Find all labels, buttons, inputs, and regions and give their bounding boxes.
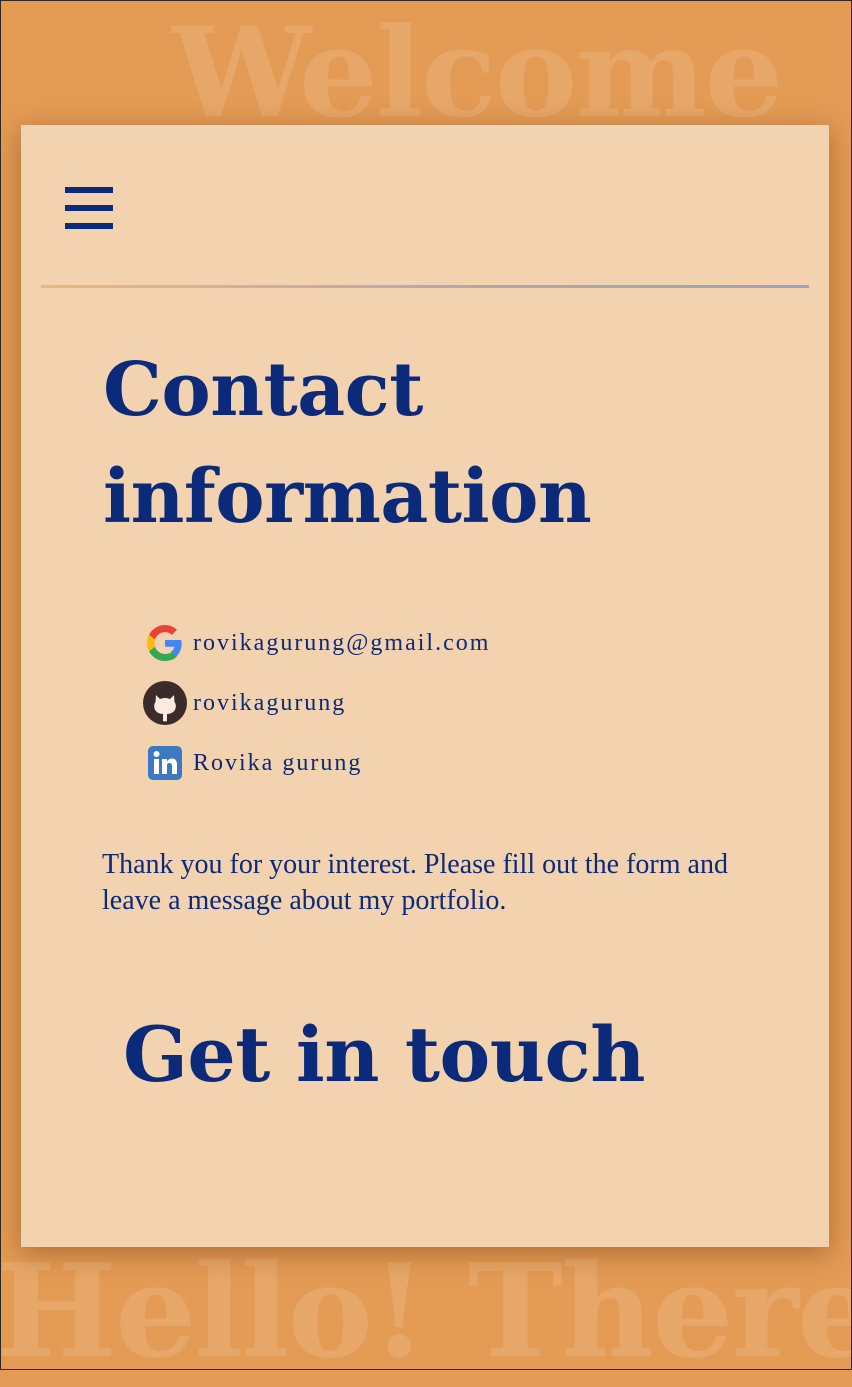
intro-paragraph: Thank you for your interest. Please fill… xyxy=(102,849,728,916)
contact-linkedin[interactable]: Rovika gurung xyxy=(143,733,490,793)
contact-github[interactable]: rovikagurung xyxy=(143,673,490,733)
contact-email-text: rovikagurung@gmail.com xyxy=(193,629,491,656)
header-divider xyxy=(41,285,809,288)
page-title: Contact information xyxy=(103,347,592,540)
contact-linkedin-text: Rovika gurung xyxy=(193,749,363,776)
contact-github-text: rovikagurung xyxy=(193,689,347,716)
contact-card: Contact information rovikagurung@gmail.c… xyxy=(21,125,829,1247)
get-in-touch-heading: Get in touch xyxy=(123,1010,646,1099)
github-icon xyxy=(143,681,187,725)
hamburger-menu-icon[interactable] xyxy=(65,187,113,229)
google-icon xyxy=(143,621,187,665)
background-hello-text: Hello! There. xyxy=(0,1237,852,1387)
contact-email[interactable]: rovikagurung@gmail.com xyxy=(143,613,490,673)
background-welcome-text: Welcome xyxy=(172,1,783,146)
contact-list: rovikagurung@gmail.com rovikagurung Rovi… xyxy=(143,613,490,793)
linkedin-icon xyxy=(143,741,187,785)
